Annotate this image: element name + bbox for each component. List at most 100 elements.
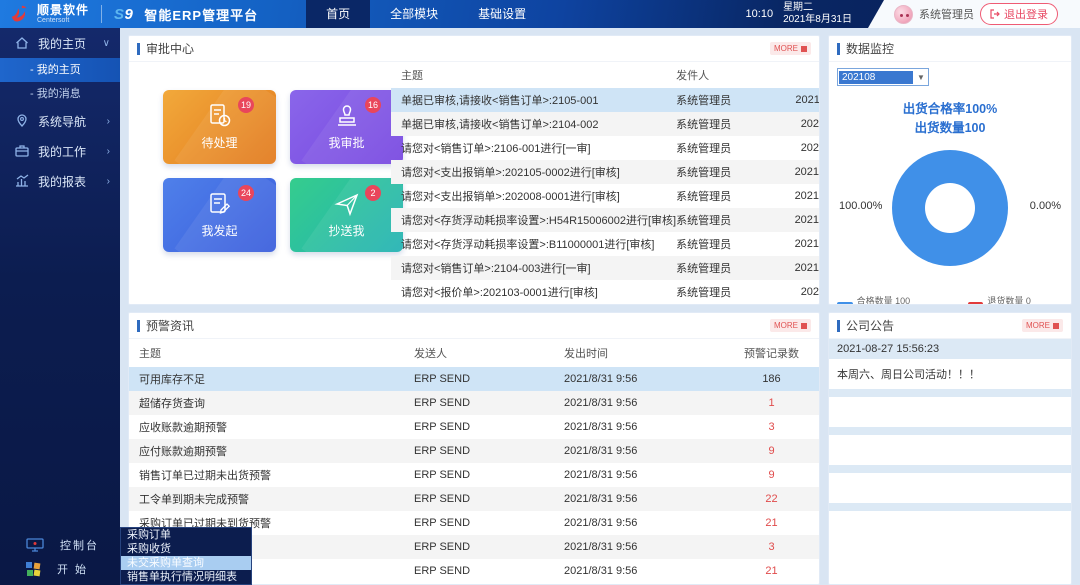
- approval-row[interactable]: 请您对<支出报销单>:202105-0002进行[审核]系统管理员2021/5/…: [391, 160, 820, 184]
- alert-row[interactable]: 工令单到期未完成预警ERP SEND2021/8/31 9:5622: [129, 487, 819, 511]
- cell: 2021/8/31 9:56: [564, 469, 724, 481]
- weekday-label: 星期二: [783, 2, 852, 14]
- sidebar-item-label: 我的主页: [38, 35, 86, 52]
- alert-row[interactable]: 超储存货查询ERP SEND2021/8/31 9:561: [129, 391, 819, 415]
- top-bar: 顺景软件 Centersoft S9 智能ERP管理平台 首页全部模块基础设置 …: [0, 0, 1080, 28]
- approval-row[interactable]: 请您对<支出报销单>:202008-0001进行[审核]系统管理员2021/5/…: [391, 184, 820, 208]
- period-value: 202108: [839, 71, 913, 84]
- top-nav-tabs: 首页全部模块基础设置: [306, 0, 546, 28]
- cell: ERP SEND: [414, 517, 564, 529]
- sidebar-subitem-我的消息[interactable]: - 我的消息: [0, 82, 120, 106]
- cell: ERP SEND: [414, 469, 564, 481]
- tile-待处理[interactable]: 19待处理: [163, 90, 276, 164]
- cell: 请您对<存货浮动耗损率设置>:H54R15006002进行[审核]: [391, 212, 676, 228]
- announcement-more-button[interactable]: MORE: [1022, 319, 1063, 332]
- cell: 系统管理员: [676, 188, 776, 204]
- menu-item-采购订单[interactable]: 采购订单: [121, 528, 251, 542]
- approval-center-panel: 审批中心 MORE 19待处理16我审批24我发起2抄送我 主题 发件人 发出时…: [128, 35, 820, 305]
- alert-row[interactable]: 应付账款逾期预警ERP SEND2021/8/31 9:569: [129, 439, 819, 463]
- approval-row[interactable]: 请您对<存货浮动耗损率设置>:H54R15006002进行[审核]系统管理员20…: [391, 208, 820, 232]
- menu-item-销售单执行情况明细表[interactable]: 销售单执行情况明细表: [121, 570, 251, 584]
- announcement-datetime: 2021-08-27 15:56:23: [829, 339, 1071, 359]
- legend-item[interactable]: 合格数量 100 (100.00%): [837, 294, 952, 305]
- data-monitor-panel: 数据监控 202108 ▼ 出货合格率100% 出货数量100 100.00% …: [828, 35, 1072, 305]
- approval-row[interactable]: 单据已审核,请接收<销售订单>:2104-002系统管理员2021/8/5 16…: [391, 112, 820, 136]
- col-count: 预警记录数: [724, 345, 819, 361]
- sidebar-item-系统导航[interactable]: 系统导航›: [0, 106, 120, 136]
- col-sender: 发送人: [414, 345, 564, 361]
- tab-全部模块[interactable]: 全部模块: [370, 0, 458, 28]
- announcement-separator: [829, 503, 1071, 511]
- cell: 2021/8/31 9:56: [564, 421, 724, 433]
- alert-row[interactable]: 应收账款逾期预警ERP SEND2021/8/31 9:563: [129, 415, 819, 439]
- announcement-empty-row: [829, 435, 1071, 465]
- menu-item-采购收货[interactable]: 采购收货: [121, 542, 251, 556]
- tile-我审批[interactable]: 16 我审批: [290, 90, 403, 164]
- tab-基础设置[interactable]: 基础设置: [458, 0, 546, 28]
- cell: 系统管理员: [676, 212, 776, 228]
- platform-title: 智能ERP管理平台: [144, 5, 258, 24]
- cell: 销售订单已过期未出货预警: [129, 467, 414, 483]
- col-time: 发出时间: [564, 345, 724, 361]
- alerts-more-button[interactable]: MORE: [770, 319, 811, 332]
- tab-首页[interactable]: 首页: [306, 0, 370, 28]
- approval-row[interactable]: 请您对<报价单>:202103-0001进行[审核]系统管理员2021/3/3 …: [391, 280, 820, 304]
- cell: 系统管理员: [676, 116, 776, 132]
- sidebar-subitem-我的主页[interactable]: - 我的主页: [0, 58, 120, 82]
- menu-item-未交采购单查询[interactable]: 未交采购单查询: [121, 556, 251, 570]
- cell: 单据已审核,请接收<销售订单>:2104-002: [391, 116, 676, 132]
- nav-icon: [14, 113, 30, 129]
- legend-label: 退货数量 0 (0.00%): [987, 294, 1063, 305]
- col-subject: 主题: [129, 345, 414, 361]
- announcement-panel-title: 公司公告: [846, 317, 894, 334]
- approval-more-button[interactable]: MORE: [770, 42, 811, 55]
- sidebar-item-label: 系统导航: [38, 113, 86, 130]
- user-area: 系统管理员 退出登录: [868, 0, 1080, 28]
- start-button[interactable]: 开 始: [0, 557, 120, 581]
- shipment-donut-chart: 100.00% 0.00%: [837, 142, 1063, 288]
- cell: 应收账款逾期预警: [129, 419, 414, 435]
- cell: ERP SEND: [414, 373, 564, 385]
- logo: 顺景软件 Centersoft S9 智能ERP管理平台: [0, 3, 258, 25]
- approval-row[interactable]: 单据已审核,请接收<销售订单>:2105-001系统管理员2021/8/14 1…: [391, 88, 820, 112]
- sidebar-item-label: 我的工作: [38, 143, 86, 160]
- console-button[interactable]: 控制台: [0, 533, 120, 557]
- legend-item[interactable]: 退货数量 0 (0.00%): [968, 294, 1063, 305]
- pending-doc-icon: [207, 103, 233, 129]
- period-select[interactable]: 202108 ▼: [837, 68, 929, 86]
- cell: 系统管理员: [676, 260, 776, 276]
- approval-row[interactable]: 请您对<存货浮动耗损率设置>:B11000001进行[审核]系统管理员2021/…: [391, 232, 820, 256]
- cell: ERP SEND: [414, 421, 564, 433]
- cell: 系统管理员: [676, 164, 776, 180]
- donut-left-label: 100.00%: [839, 200, 882, 212]
- cell: 超储存货查询: [129, 395, 414, 411]
- sidebar-item-我的工作[interactable]: 我的工作›: [0, 136, 120, 166]
- avatar[interactable]: [894, 5, 913, 24]
- cell: 可用库存不足: [129, 371, 414, 387]
- count-badge: 16: [365, 97, 381, 113]
- cell: 2021/4/23 14:06: [776, 262, 820, 274]
- tile-我发起[interactable]: 24我发起: [163, 178, 276, 252]
- clock-time: 10:10: [746, 8, 774, 20]
- approval-row[interactable]: 请您对<销售订单>:2106-001进行[一审]系统管理员2021/6/5 14…: [391, 136, 820, 160]
- announcement-content[interactable]: 本周六、周日公司活动！！！: [829, 359, 1071, 389]
- console-label: 控制台: [60, 537, 99, 553]
- cell: 2021/8/31 9:56: [564, 373, 724, 385]
- approval-row[interactable]: 请您对<销售订单>:2104-003进行[一审]系统管理员2021/4/23 1…: [391, 256, 820, 280]
- tile-label: 我发起: [201, 222, 237, 239]
- cell: 应付账款逾期预警: [129, 443, 414, 459]
- sidebar-item-我的主页[interactable]: 我的主页 ∨: [0, 28, 120, 58]
- alert-row[interactable]: 可用库存不足ERP SEND2021/8/31 9:56186: [129, 367, 819, 391]
- tile-抄送我[interactable]: 2抄送我: [290, 178, 403, 252]
- approval-table-header: 主题 发件人 发出时间: [391, 62, 820, 88]
- quick-menu-popup: 采购订单采购收货未交采购单查询销售单执行情况明细表: [120, 527, 252, 585]
- alert-row[interactable]: 销售订单已过期未出货预警ERP SEND2021/8/31 9:569: [129, 463, 819, 487]
- tile-label: 我审批: [328, 134, 364, 151]
- chevron-down-icon: ∨: [103, 38, 110, 49]
- logout-button[interactable]: 退出登录: [980, 3, 1058, 25]
- s9-logo: S9: [114, 6, 133, 23]
- pass-rate-label: 出货合格率100%: [837, 100, 1063, 119]
- title-accent: [137, 320, 140, 332]
- cell: 2021/8/31 9:56: [564, 445, 724, 457]
- sidebar-item-我的报表[interactable]: 我的报表›: [0, 166, 120, 196]
